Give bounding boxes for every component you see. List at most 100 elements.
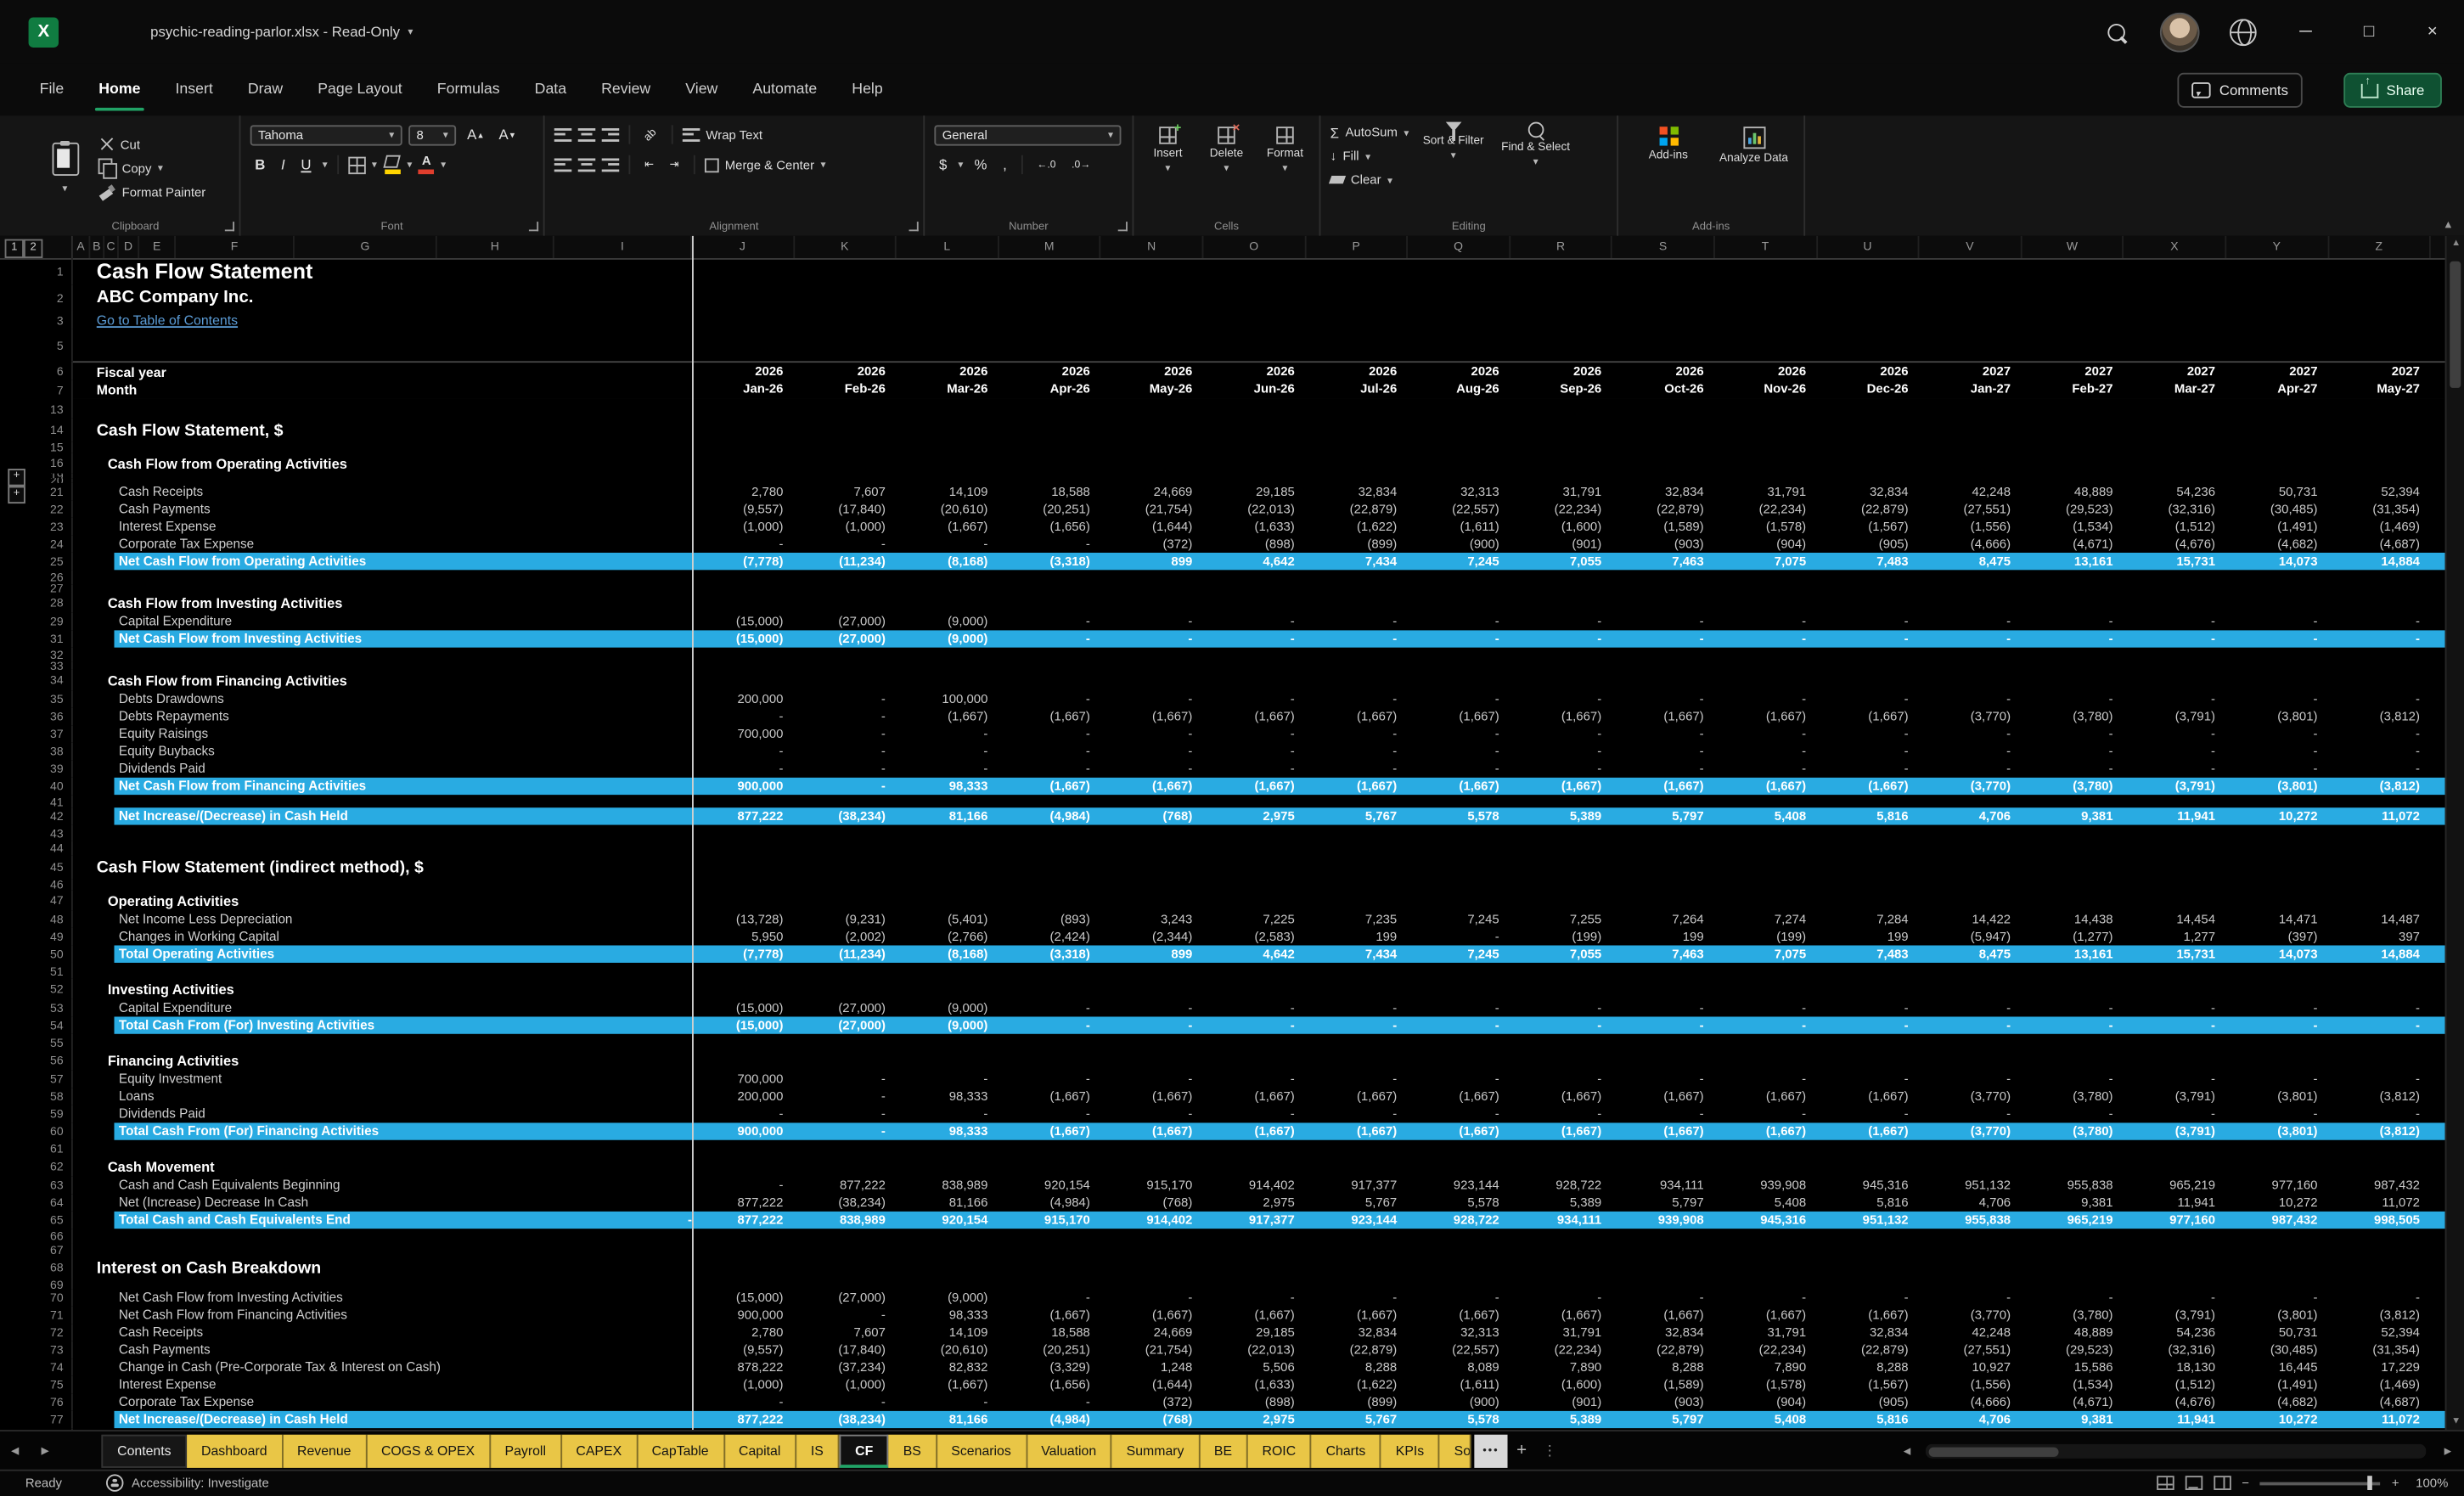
cell-r7-c16[interactable]: Apr-27	[2226, 381, 2328, 396]
cell-r31-c11[interactable]: -	[1715, 632, 1817, 646]
vertical-scrollbar[interactable]: ▲ ▼	[2445, 236, 2464, 1430]
cell-r22-c3[interactable]: (20,610)	[897, 502, 999, 516]
cell-r64-c3[interactable]: 81,166	[897, 1195, 999, 1210]
cell-r40-c11[interactable]: (1,667)	[1715, 779, 1817, 794]
cell-r24-c4[interactable]: -	[999, 537, 1100, 551]
cell-r76-c16[interactable]: (4,682)	[2226, 1395, 2328, 1409]
cell-r37-c16[interactable]: -	[2226, 727, 2328, 741]
cell-r75-c4[interactable]: (1,656)	[999, 1378, 1100, 1392]
hscroll-right-icon[interactable]: ▸	[2444, 1442, 2451, 1459]
account-button[interactable]	[2147, 0, 2211, 64]
cell-r29-c13[interactable]: -	[1920, 615, 2022, 629]
fill-color-button[interactable]	[383, 155, 401, 174]
cell-r22-c6[interactable]: (22,013)	[1203, 502, 1305, 516]
cell-r72-c10[interactable]: 32,834	[1612, 1325, 1714, 1340]
cell-r36-c15[interactable]: (3,791)	[2124, 710, 2226, 724]
cell-r65-c5[interactable]: 914,402	[1101, 1213, 1203, 1228]
cell-r25-c17[interactable]: 14,884	[2329, 554, 2431, 569]
sheet-scroll-left-icon[interactable]: ◂	[0, 1442, 30, 1459]
cell-r75-c16[interactable]: (1,491)	[2226, 1378, 2328, 1392]
font-color-button[interactable]: A	[419, 155, 435, 174]
cell-r71-c16[interactable]: (3,801)	[2226, 1308, 2328, 1323]
cell-r49-c10[interactable]: 199	[1612, 930, 1714, 944]
cell-r7-c11[interactable]: Nov-26	[1715, 381, 1817, 396]
paste-button[interactable]: ▾	[41, 122, 88, 214]
cell-r39-c14[interactable]: -	[2022, 762, 2124, 776]
cell-r64-c12[interactable]: 5,816	[1817, 1195, 1919, 1210]
column-header-H[interactable]: H	[437, 236, 554, 258]
cell-r57-c4[interactable]: -	[999, 1072, 1100, 1087]
cell-r72-c1[interactable]: 2,780	[692, 1325, 794, 1340]
cell-r7-c9[interactable]: Sep-26	[1510, 381, 1612, 396]
cell-r36-c5[interactable]: (1,667)	[1101, 710, 1203, 724]
cell-r29-c16[interactable]: -	[2226, 615, 2328, 629]
cell-r58-c12[interactable]: (1,667)	[1817, 1089, 1919, 1104]
row-header-68[interactable]: 68	[0, 1256, 73, 1279]
cell-r75-c17[interactable]: (1,469)	[2329, 1378, 2431, 1392]
cell-r31-c16[interactable]: -	[2226, 632, 2328, 646]
cell-r48-c15[interactable]: 14,454	[2124, 912, 2226, 926]
cell-r22-c14[interactable]: (29,523)	[2022, 502, 2124, 516]
cell-r31-c12[interactable]: -	[1817, 632, 1919, 646]
column-header-U[interactable]: U	[1817, 236, 1919, 258]
sheet-scroll-right-icon[interactable]: ▸	[30, 1442, 59, 1459]
cell-r53-c11[interactable]: -	[1715, 1001, 1817, 1015]
cell-r25-c1[interactable]: (7,778)	[692, 554, 794, 569]
cell-r76-c6[interactable]: (898)	[1203, 1395, 1305, 1409]
share-button[interactable]: Share	[2343, 73, 2442, 108]
cell-r39-c17[interactable]: -	[2329, 762, 2431, 776]
cell-r40-c9[interactable]: (1,667)	[1510, 779, 1612, 794]
cell-r65-c16[interactable]: 987,432	[2226, 1213, 2328, 1228]
sheet-tab-payroll[interactable]: Payroll	[491, 1434, 562, 1467]
ribbon-tab-draw[interactable]: Draw	[230, 64, 300, 116]
cell-r6-c7[interactable]: 2026	[1306, 364, 1408, 379]
cell-r22-c5[interactable]: (21,754)	[1101, 502, 1203, 516]
cell-r75-c8[interactable]: (1,611)	[1408, 1378, 1510, 1392]
cell-r23-c6[interactable]: (1,633)	[1203, 520, 1305, 534]
ribbon-tab-data[interactable]: Data	[517, 64, 583, 116]
cell-r36-c16[interactable]: (3,801)	[2226, 710, 2328, 724]
cell-r38-c3[interactable]: -	[897, 745, 999, 759]
cell-r63-c13[interactable]: 951,132	[1920, 1178, 2022, 1193]
cell-r58-c13[interactable]: (3,770)	[1920, 1089, 2022, 1104]
cell-r76-c5[interactable]: (372)	[1101, 1395, 1203, 1409]
cell-r58-c1[interactable]: 200,000	[692, 1089, 794, 1104]
cell-r36-c11[interactable]: (1,667)	[1715, 710, 1817, 724]
cell-r63-c15[interactable]: 965,219	[2124, 1178, 2226, 1193]
cell-r48-c4[interactable]: (893)	[999, 912, 1100, 926]
cell-r37-c1[interactable]: 700,000	[692, 727, 794, 741]
row-header-63[interactable]: 63	[0, 1177, 73, 1195]
align-bottom-icon[interactable]	[602, 127, 620, 142]
cell-r31-c8[interactable]: -	[1408, 632, 1510, 646]
cell-r35-c9[interactable]: -	[1510, 692, 1612, 706]
cell-r49-c14[interactable]: (1,277)	[2022, 930, 2124, 944]
cell-r49-c1[interactable]: 5,950	[692, 930, 794, 944]
cell-r77-c10[interactable]: 5,797	[1612, 1413, 1714, 1427]
cell-r57-c16[interactable]: -	[2226, 1072, 2328, 1087]
cell-r25-c8[interactable]: 7,245	[1408, 554, 1510, 569]
cell-r6-c16[interactable]: 2027	[2226, 364, 2328, 379]
cell-r73-c17[interactable]: (31,354)	[2329, 1343, 2431, 1358]
column-header-A[interactable]: A	[73, 236, 91, 258]
cell-r57-c10[interactable]: -	[1612, 1072, 1714, 1087]
cell-r6-c4[interactable]: 2026	[999, 364, 1100, 379]
column-header-N[interactable]: N	[1101, 236, 1203, 258]
cell-r59-c6[interactable]: -	[1203, 1107, 1305, 1122]
cell-r77-c12[interactable]: 5,816	[1817, 1413, 1919, 1427]
cell-r35-c1[interactable]: 200,000	[692, 692, 794, 706]
cell-r58-c17[interactable]: (3,812)	[2329, 1089, 2431, 1104]
ribbon-tab-review[interactable]: Review	[584, 64, 668, 116]
cell-r40-c8[interactable]: (1,667)	[1408, 779, 1510, 794]
cell-r24-c17[interactable]: (4,687)	[2329, 537, 2431, 551]
cell-r74-c2[interactable]: (37,234)	[794, 1360, 896, 1375]
cell-r39-c10[interactable]: -	[1612, 762, 1714, 776]
cell-r76-c11[interactable]: (904)	[1715, 1395, 1817, 1409]
cell-r21-c2[interactable]: 7,607	[794, 485, 896, 499]
cell-r75-c9[interactable]: (1,600)	[1510, 1378, 1612, 1392]
cell-r65-c6[interactable]: 917,377	[1203, 1213, 1305, 1228]
column-header-D[interactable]: D	[119, 236, 139, 258]
cell-r60-c4[interactable]: (1,667)	[999, 1124, 1100, 1139]
cell-r42-c4[interactable]: (4,984)	[999, 809, 1100, 824]
cell-r36-c8[interactable]: (1,667)	[1408, 710, 1510, 724]
cell-r50-c4[interactable]: (3,318)	[999, 947, 1100, 961]
